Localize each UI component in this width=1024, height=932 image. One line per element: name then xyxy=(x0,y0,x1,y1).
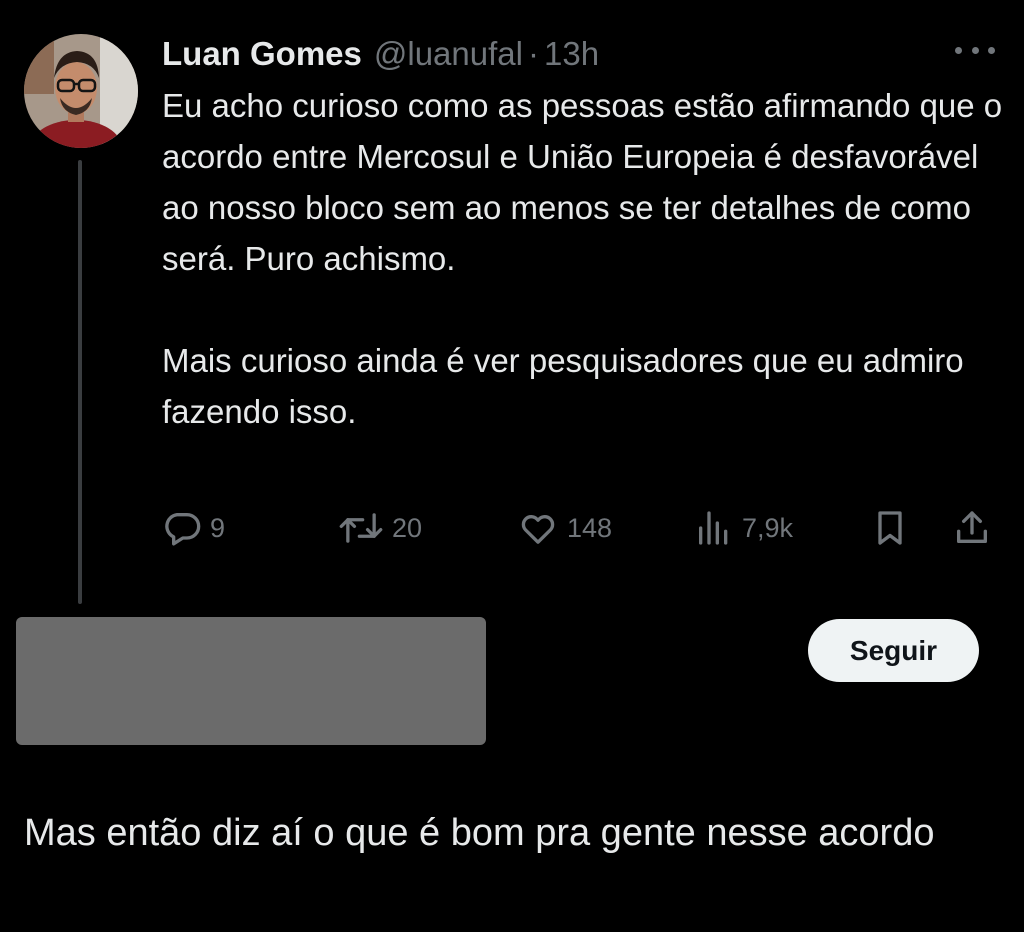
like-button[interactable]: 148 xyxy=(517,505,612,551)
reply-icon xyxy=(162,508,202,548)
reply-text: Mas então diz aí o que é bom pra gente n… xyxy=(24,812,935,854)
redacted-user-info xyxy=(16,617,486,745)
tweet-paragraph-1: Eu acho curioso como as pessoas estão af… xyxy=(162,87,1003,277)
author-name[interactable]: Luan Gomes xyxy=(162,35,362,73)
share-icon xyxy=(952,508,992,548)
avatar[interactable] xyxy=(24,34,138,148)
thread-connector-line xyxy=(78,160,82,604)
like-count: 148 xyxy=(567,512,613,543)
reply-count: 9 xyxy=(210,512,226,543)
repost-count: 20 xyxy=(392,512,423,543)
repost-icon xyxy=(338,508,384,548)
views-button[interactable]: 7,9k xyxy=(694,505,793,551)
tweet-text: Eu acho curioso como as pessoas estão af… xyxy=(162,80,1012,437)
more-icon[interactable] xyxy=(955,40,995,60)
follow-button[interactable]: Seguir xyxy=(808,619,979,682)
bookmark-icon xyxy=(870,508,910,548)
tweet-paragraph-2: Mais curioso ainda é ver pesquisadores q… xyxy=(162,342,964,430)
share-button[interactable] xyxy=(952,505,992,551)
tweet-actions: 9 20 148 7,9k xyxy=(162,505,1002,551)
bookmark-button[interactable] xyxy=(870,505,910,551)
views-icon xyxy=(694,508,734,548)
heart-icon xyxy=(517,508,559,548)
header-separator: · xyxy=(527,35,539,72)
tweet-header: Luan Gomes @luanufal · 13h xyxy=(162,30,599,78)
views-count: 7,9k xyxy=(742,512,794,543)
repost-button[interactable]: 20 xyxy=(338,505,422,551)
tweet-timestamp[interactable]: 13h xyxy=(544,35,599,73)
reply-button[interactable]: 9 xyxy=(162,505,225,551)
author-handle[interactable]: @luanufal xyxy=(374,35,523,73)
